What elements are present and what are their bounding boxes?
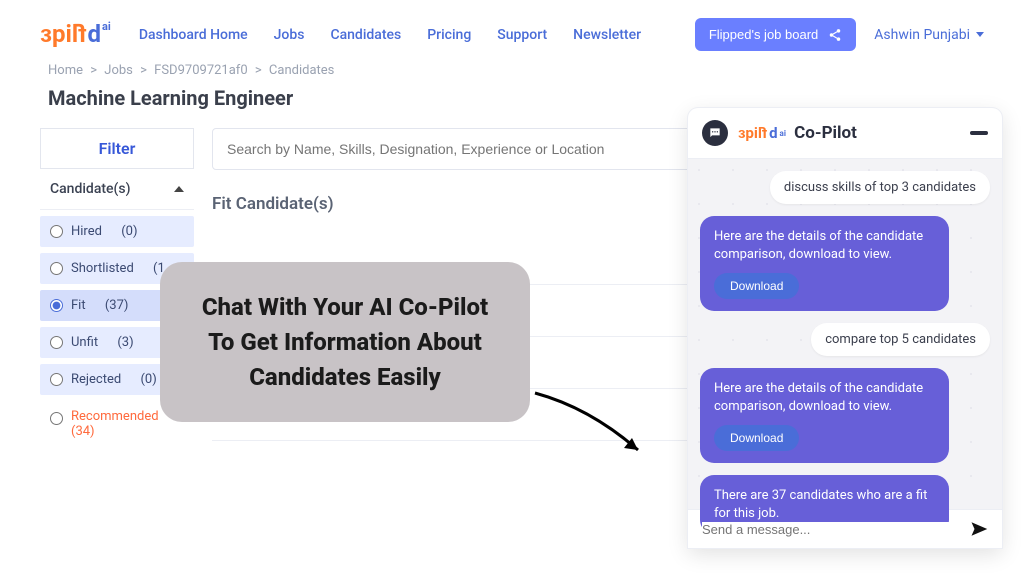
radio-hired[interactable] [50, 225, 63, 238]
chat-icon [702, 120, 728, 146]
user-message: discuss skills of top 3 candidates [770, 171, 990, 204]
radio-rejected[interactable] [50, 373, 63, 386]
filter-item-hired[interactable]: Hired (0) [40, 216, 194, 247]
radio-unfit[interactable] [50, 336, 63, 349]
logo-part2: d [88, 20, 102, 49]
user-name: Ashwin Punjabi [874, 27, 970, 43]
breadcrumb: Home > Jobs > FSD9709721af0 > Candidates [0, 61, 1024, 86]
filter-group-candidates[interactable]: Candidate(s) [40, 169, 194, 210]
nav-support[interactable]: Support [497, 27, 547, 43]
radio-shortlisted[interactable] [50, 262, 63, 275]
copilot-input[interactable] [702, 522, 960, 537]
copilot-panel: fliqɛdai Co-Pilot discuss skills of top … [688, 108, 1002, 548]
minimize-icon[interactable] [970, 131, 988, 135]
logo-sup: ai [102, 20, 111, 49]
send-icon[interactable] [970, 520, 988, 538]
chevron-down-icon [976, 32, 984, 37]
user-dropdown[interactable]: Ashwin Punjabi [874, 27, 984, 43]
share-icon [828, 28, 842, 42]
nav-dashboard[interactable]: Dashboard Home [139, 27, 248, 43]
download-button[interactable]: Download [714, 425, 799, 451]
callout-annotation: Chat With Your AI Co-Pilot To Get Inform… [160, 262, 530, 422]
copilot-messages: discuss skills of top 3 candidates Here … [688, 159, 1002, 509]
radio-recommended[interactable] [50, 412, 63, 425]
user-message: compare top 5 candidates [811, 323, 990, 356]
job-board-label: Flipped's job board [709, 27, 818, 42]
nav-candidates[interactable]: Candidates [330, 27, 401, 43]
crumb-jobs[interactable]: Jobs [104, 63, 133, 78]
download-button[interactable]: Download [714, 273, 799, 299]
arrow-annotation [530, 388, 650, 468]
job-board-button[interactable]: Flipped's job board [695, 18, 856, 51]
nav-newsletter[interactable]: Newsletter [573, 27, 641, 43]
logo-part1: fliqɛ [40, 20, 87, 49]
crumb-candidates: Candidates [269, 63, 334, 78]
radio-fit[interactable] [50, 299, 63, 312]
chevron-up-icon [174, 186, 184, 192]
copilot-title: fliqɛdai Co-Pilot [738, 123, 857, 143]
crumb-jobid[interactable]: FSD9709721af0 [154, 63, 247, 78]
crumb-home[interactable]: Home [48, 63, 83, 78]
assistant-message: Here are the details of the candidate co… [700, 368, 949, 463]
logo[interactable]: fliqɛdai [40, 20, 111, 49]
nav-pricing[interactable]: Pricing [427, 27, 471, 43]
assistant-message: Here are the details of the candidate co… [700, 216, 949, 311]
nav-jobs[interactable]: Jobs [274, 27, 305, 43]
filter-group-label: Candidate(s) [50, 181, 130, 197]
filter-header[interactable]: Filter [40, 128, 194, 169]
main-nav: Dashboard Home Jobs Candidates Pricing S… [139, 27, 641, 43]
